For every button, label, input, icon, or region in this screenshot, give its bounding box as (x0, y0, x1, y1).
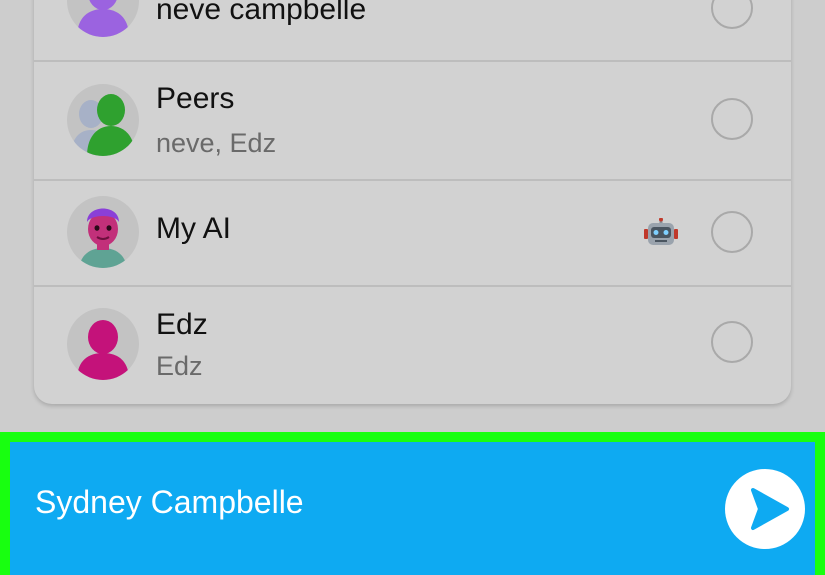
robot-icon (644, 217, 678, 248)
select-radio[interactable] (711, 211, 753, 253)
contact-name: Peers (156, 82, 235, 115)
contact-subtitle: Edz (156, 351, 203, 381)
send-to-screen: neve campbelle Peers neve, Edz My AI Edz… (0, 0, 825, 575)
contact-subtitle: neve, Edz (156, 128, 277, 158)
contact-name: Edz (156, 308, 208, 341)
select-radio[interactable] (711, 0, 753, 29)
contact-row-neve-campbelle[interactable]: neve campbelle (34, 0, 791, 62)
send-bar[interactable]: Sydney Campbelle (10, 442, 815, 575)
person-icon (67, 308, 139, 380)
send-button[interactable] (725, 469, 805, 549)
select-radio[interactable] (711, 98, 753, 140)
contact-row-edz[interactable]: Edz Edz (34, 287, 791, 404)
contact-row-my-ai[interactable]: My AI (34, 181, 791, 287)
contact-name: neve campbelle (156, 0, 367, 26)
person-icon (67, 0, 139, 37)
send-arrow-icon (751, 488, 789, 530)
contact-row-peers[interactable]: Peers neve, Edz (34, 62, 791, 181)
contact-name: My AI (156, 212, 232, 245)
contact-list: neve campbelle Peers neve, Edz My AI Edz… (34, 0, 791, 404)
recipient-name: Sydney Campbelle (35, 484, 304, 520)
bitmoji-icon (67, 196, 139, 268)
group-icon (67, 84, 139, 156)
select-radio[interactable] (711, 321, 753, 363)
